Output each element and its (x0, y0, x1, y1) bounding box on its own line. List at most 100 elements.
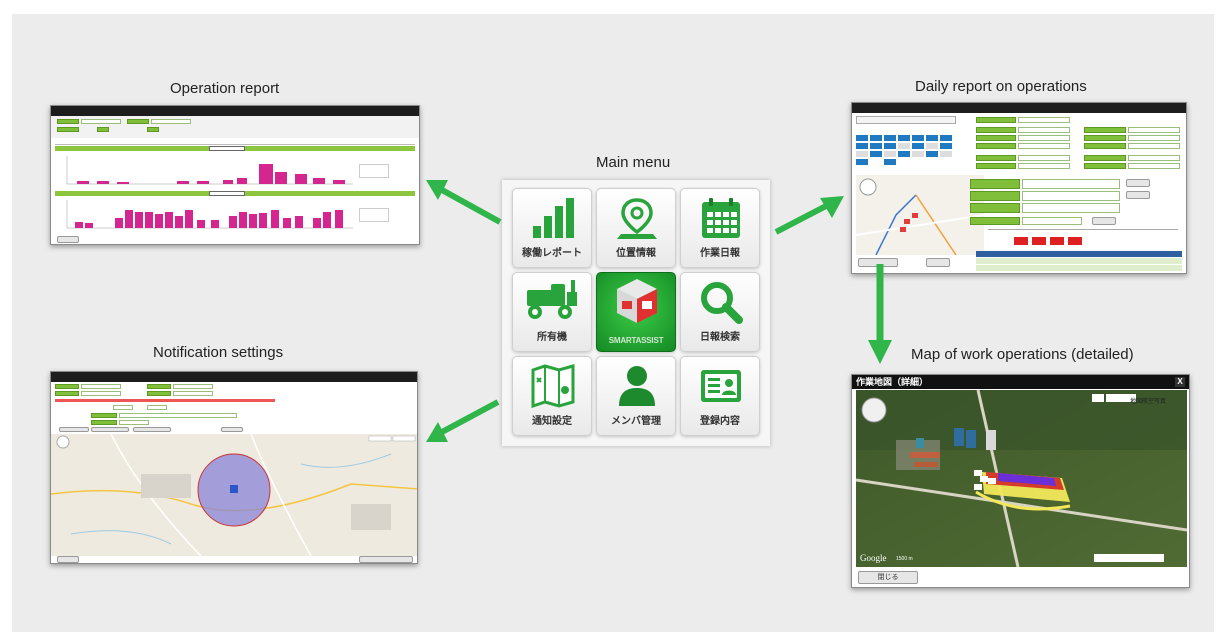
form-field[interactable] (1018, 163, 1070, 169)
back-button[interactable] (57, 556, 79, 563)
form-label (1084, 163, 1126, 169)
form-field[interactable] (1022, 217, 1082, 225)
form-field[interactable] (113, 405, 133, 410)
form-label (970, 217, 1020, 225)
detailed-map-window[interactable]: 作業地図（詳細） X 地図 航空写真 Google 1500 m 閉じる (851, 374, 1190, 588)
action-button[interactable] (59, 427, 89, 432)
menu-label: 登録内容 (700, 416, 740, 427)
upper-bar-chart (66, 156, 353, 185)
form-field[interactable] (1128, 127, 1180, 133)
menu-label: 位置情報 (616, 248, 656, 259)
form-field[interactable] (81, 391, 121, 396)
form-field[interactable] (1018, 143, 1070, 149)
chart-legend (359, 208, 389, 222)
map-scale: 1500 m (896, 556, 913, 562)
form-field[interactable] (1128, 135, 1180, 141)
form-field[interactable] (1018, 117, 1070, 123)
table-header (976, 251, 1182, 257)
action-button[interactable] (221, 427, 243, 432)
aerial-map[interactable] (856, 390, 1187, 567)
menu-label: 通知設定 (532, 416, 572, 427)
action-button[interactable] (133, 427, 171, 432)
form-field[interactable] (173, 391, 213, 396)
menu-label: 日報検索 (700, 332, 740, 343)
table-row[interactable] (976, 258, 1182, 264)
form-field[interactable] (1128, 155, 1180, 161)
close-button[interactable]: 閉じる (858, 571, 918, 584)
menu-label: 作業日報 (700, 248, 740, 259)
form-field[interactable] (1128, 143, 1180, 149)
menu-member-management-button[interactable]: メンバ管理 (596, 356, 676, 436)
action-button[interactable] (926, 258, 950, 267)
timeline-block (1050, 237, 1064, 245)
map-toggle-map[interactable]: 地図 (1130, 396, 1142, 405)
back-button[interactable] (57, 236, 79, 243)
chart-legend (359, 164, 389, 178)
form-field[interactable] (173, 384, 213, 389)
menu-label: 稼働レポート (522, 248, 582, 259)
window-title-bar (51, 372, 417, 382)
form-label (976, 143, 1016, 149)
select-button[interactable] (1126, 179, 1150, 187)
close-icon[interactable]: X (1175, 377, 1185, 387)
main-menu: 稼働レポート 位置情報 作業日報 所有機 SMARTASSIST 日報検索 通知… (502, 180, 770, 446)
tractor-icon (527, 280, 577, 319)
window-title: 作業地図（詳細） (852, 375, 1189, 389)
form-field[interactable] (1022, 203, 1120, 213)
month-selector[interactable] (856, 116, 956, 124)
select-button[interactable] (1126, 191, 1150, 199)
form-field[interactable] (119, 413, 237, 418)
form-label (976, 127, 1016, 133)
form-label (55, 391, 79, 396)
form-field[interactable] (147, 405, 167, 410)
calendar-grid (856, 135, 952, 165)
form-field[interactable] (119, 420, 149, 425)
menu-location-button[interactable]: 位置情報 (596, 188, 676, 268)
period-selector[interactable] (209, 146, 245, 151)
route-map[interactable] (856, 175, 984, 255)
form-field[interactable] (1022, 191, 1120, 201)
form-label (976, 155, 1016, 161)
menu-daily-report-button[interactable]: 作業日報 (680, 188, 760, 268)
form-field[interactable] (1018, 155, 1070, 161)
form-label (970, 191, 1020, 201)
form-label (1084, 155, 1126, 161)
arrow-to-daily-report (774, 196, 844, 235)
menu-label: 所有機 (537, 332, 567, 343)
form-field[interactable] (81, 384, 121, 389)
menu-owned-machines-button[interactable]: 所有機 (512, 272, 592, 352)
form-field[interactable] (1022, 179, 1120, 189)
menu-label: SMARTASSIST (608, 336, 664, 345)
menu-registration-info-button[interactable]: 登録内容 (680, 356, 760, 436)
calendar-icon (702, 198, 740, 238)
map-toggle-aerial[interactable]: 航空写真 (1142, 396, 1166, 405)
arrow-to-notification-settings (426, 399, 500, 442)
id-card-icon (701, 370, 741, 402)
menu-notification-settings-button[interactable]: 通知設定 (512, 356, 592, 436)
tab-strip[interactable] (55, 139, 415, 145)
daily-report-window[interactable] (851, 102, 1187, 274)
form-field[interactable] (1128, 163, 1180, 169)
timeline-block (1032, 237, 1046, 245)
period-selector[interactable] (209, 191, 245, 196)
form-field[interactable] (1018, 127, 1070, 133)
register-button[interactable] (1092, 217, 1116, 225)
smartassist-logo-icon (617, 279, 657, 323)
table-row[interactable] (976, 265, 1182, 271)
action-button[interactable] (91, 427, 129, 432)
menu-operation-report-button[interactable]: 稼働レポート (512, 188, 592, 268)
caption-operation-report: Operation report (170, 80, 280, 97)
filter-field[interactable] (81, 119, 121, 124)
notification-settings-window[interactable] (50, 371, 418, 564)
window-title-bar (852, 103, 1186, 113)
bar-chart-icon (533, 198, 574, 238)
operation-report-window[interactable] (50, 105, 420, 245)
notification-area-map[interactable] (51, 434, 418, 556)
caption-daily-report: Daily report on operations (915, 78, 1087, 95)
filter-field[interactable] (151, 119, 191, 124)
save-button[interactable] (359, 556, 413, 563)
form-field[interactable] (1018, 135, 1070, 141)
menu-report-search-button[interactable]: 日報検索 (680, 272, 760, 352)
filter-label (147, 127, 159, 132)
person-icon (619, 366, 655, 406)
